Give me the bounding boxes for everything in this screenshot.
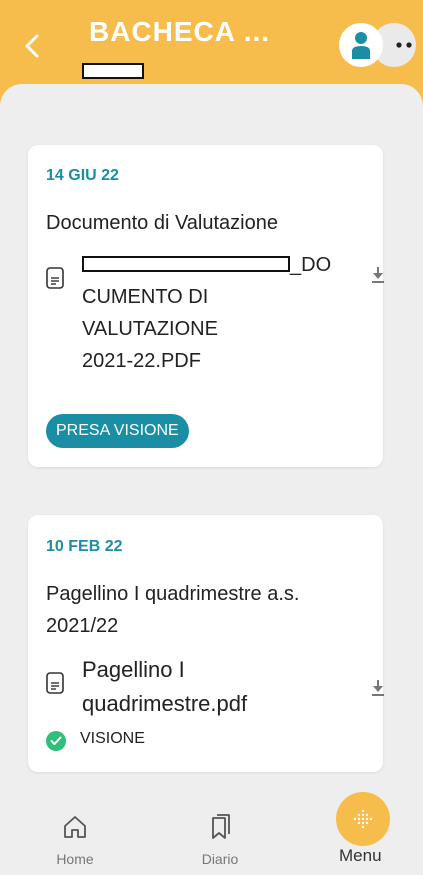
tab-home[interactable]: Home <box>25 780 125 875</box>
notice-title-line-2: 2021/22 <box>46 615 119 637</box>
notice-date: 14 GIU 22 <box>46 167 119 184</box>
tab-home-label: Home <box>56 851 94 867</box>
grid-dots-icon <box>353 809 373 829</box>
page-title: BACHECA ... <box>89 16 271 47</box>
menu-button[interactable] <box>336 792 390 846</box>
bottom-tab-bar: Home Diario Menu <box>0 780 423 875</box>
notice-title: Documento di Valutazione <box>46 212 278 234</box>
tab-menu-label: Menu <box>339 846 382 865</box>
home-icon <box>64 816 86 838</box>
download-icon[interactable] <box>370 679 386 697</box>
notice-card[interactable]: 14 GIU 22 Documento di Valutazione _DO C… <box>28 145 386 467</box>
tab-menu[interactable]: Menu <box>313 780 413 875</box>
attachment-link[interactable]: Pagellino I quadrimestre.pdf <box>82 653 247 721</box>
attachment-line-2: CUMENTO DI <box>82 286 209 308</box>
document-icon <box>46 267 64 289</box>
notice-card[interactable]: 10 FEB 22 Pagellino I quadrimestre a.s. … <box>28 515 386 772</box>
attachment-line-2: quadrimestre.pdf <box>82 691 248 716</box>
chevron-left-icon <box>25 34 39 58</box>
attachment-line-3: VALUTAZIONE <box>82 318 218 340</box>
tab-diario[interactable]: Diario <box>170 780 270 875</box>
back-button[interactable] <box>16 26 48 66</box>
attachment-line-4: 2021-22.PDF <box>82 350 201 372</box>
attachment-line-1: _DO <box>82 249 331 281</box>
document-icon <box>46 672 64 694</box>
attachment-text: _DO <box>290 254 332 276</box>
user-icon <box>352 32 370 59</box>
attachment-link[interactable]: _DO CUMENTO DI VALUTAZIONE 2021-22.PDF <box>82 249 331 377</box>
notice-date: 10 FEB 22 <box>46 538 123 555</box>
header-curve <box>0 84 423 124</box>
notice-title: Pagellino I quadrimestre a.s. 2021/22 <box>46 578 299 642</box>
check-circle-icon <box>46 731 66 751</box>
presa-visione-button[interactable]: PRESA VISIONE <box>46 414 189 448</box>
notice-title-line-1: Pagellino I quadrimestre a.s. <box>46 583 300 605</box>
attachment-line-1: Pagellino I <box>82 657 185 682</box>
tab-diario-label: Diario <box>201 851 239 867</box>
redacted-filename <box>82 256 290 272</box>
download-icon[interactable] <box>370 266 386 284</box>
bookmarks-icon <box>212 814 230 839</box>
redacted-subtitle <box>82 63 144 79</box>
avatar[interactable] <box>339 23 383 67</box>
visione-status: VISIONE <box>80 730 145 747</box>
